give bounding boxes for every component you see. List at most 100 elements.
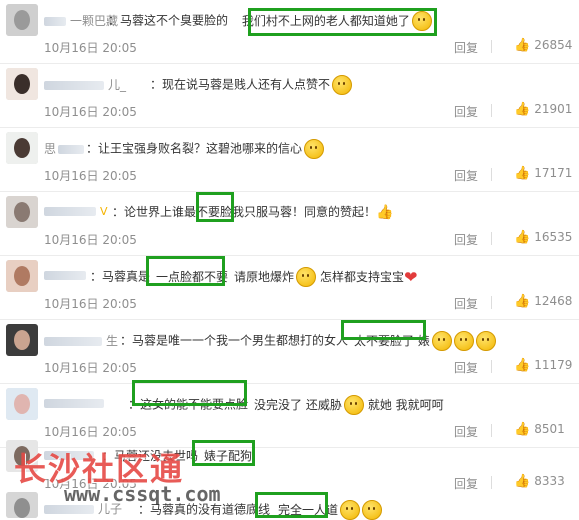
avatar[interactable] [6, 260, 38, 292]
comment-author[interactable] [44, 396, 108, 410]
thinking-emoji-icon [343, 395, 364, 415]
thumb-up-icon: 👍 [514, 294, 531, 309]
reply-button[interactable]: 回复 [454, 359, 478, 376]
comment-date: 10月16日 20:05 [44, 361, 137, 375]
thumbs-up-emoji-icon: 👍 [376, 204, 394, 221]
avatar[interactable] [6, 388, 38, 420]
like-count: 8501 [534, 422, 565, 436]
avatar[interactable] [6, 196, 38, 228]
reply-button[interactable]: 回复 [454, 167, 478, 184]
author-name[interactable]: 生 [106, 334, 118, 348]
comment-item: 一颗巴藏 ：马蓉这不个臭要脸的 我们村不上网的老人都知道她了 10月16日 20… [0, 0, 579, 64]
thumb-up-icon: 👍 [514, 230, 531, 245]
thumb-up-icon: 👍 [514, 422, 531, 437]
smile-emoji-icon [340, 500, 361, 520]
avatar[interactable] [6, 324, 38, 356]
thumb-up-icon: 👍 [514, 474, 531, 489]
like-button[interactable]: 👍 17171 [514, 166, 572, 181]
like-count: 26854 [534, 38, 573, 52]
comment-text-part: 就她 我就呵呵 [367, 397, 444, 412]
comment-author[interactable]: V [44, 204, 110, 218]
divider [491, 360, 492, 373]
avatar[interactable] [6, 492, 38, 518]
like-button[interactable]: 👍 8501 [514, 422, 565, 437]
laugh-emoji-icon [411, 11, 432, 31]
smile-emoji-icon [475, 331, 496, 351]
comment-date: 10月16日 20:05 [44, 297, 137, 311]
smile-emoji-icon [362, 500, 383, 520]
comment-text-highlight: 太不要脸了 婊 [354, 333, 430, 348]
comment-item: 思 ：让王宝强身败名裂？这碧池哪来的信心 10月16日 20:05 回复 👍 17… [0, 128, 579, 192]
comment-text: ：论世界上谁最不要脸我只服马蓉！同意的赞起！👍 [112, 203, 393, 221]
comment-author[interactable] [44, 268, 90, 282]
verified-badge-icon: V [100, 205, 108, 218]
comment-text-part: ：马蓉真是 [90, 269, 151, 284]
heart-icon: ❤ [404, 267, 418, 287]
author-name[interactable]: 思 [44, 142, 56, 156]
comment-date: 10月16日 20:05 [44, 105, 137, 119]
like-count: 16535 [534, 230, 573, 244]
smile-emoji-icon [304, 139, 325, 159]
comment-text: ：马蓉这不个臭要脸的 我们村不上网的老人都知道她了 [108, 11, 432, 31]
comment-item: ：马蓉真是 一点脸都不要 请原地爆炸 怎样都支持宝宝❤ 10月16日 20:05 回复… [0, 256, 579, 320]
comment-date: 10月16日 20:05 [44, 169, 137, 183]
divider [491, 168, 492, 181]
comment-text-part: ：马蓉是唯一一个我一个男生都想打的女人 [120, 333, 349, 348]
comment-text-part: ：让王宝强身败名裂？这碧池哪来的信心 [86, 141, 303, 156]
like-button[interactable]: 👍 26854 [514, 38, 572, 53]
comment-text-highlight: 这女的能不能要点脸 [140, 397, 249, 412]
divider [491, 104, 492, 117]
watermark-url: www.cssqt.com [64, 482, 221, 506]
like-count: 17171 [534, 166, 573, 180]
author-name[interactable]: 儿_ [108, 78, 126, 92]
comment-text-part: 怎样都支持宝宝 [320, 269, 405, 284]
comment-text: ：现在说马蓉是贱人还有人点赞不 [150, 75, 353, 95]
comment-text-highlight: 不要脸 [196, 205, 233, 219]
comment-text-part: ：论世界上谁最 [112, 205, 197, 219]
comment-text: ：马蓉是唯一一个我一个男生都想打的女人 太不要脸了 婊 [120, 331, 496, 351]
comment-text-part: ：现在说马蓉是贱人还有人点赞不 [150, 77, 331, 92]
comment-author[interactable]: 生 [44, 332, 118, 349]
reply-button[interactable]: 回复 [454, 295, 478, 312]
like-count: 11179 [534, 358, 573, 372]
divider [491, 40, 492, 53]
smile-emoji-icon [296, 267, 317, 287]
comment-date: 10月16日 20:05 [44, 41, 137, 55]
comment-author[interactable]: 儿_ [44, 76, 126, 93]
like-count: 21901 [534, 102, 573, 116]
thumb-up-icon: 👍 [514, 38, 531, 53]
comment-text-part: ：马蓉这不个臭要脸的 [108, 13, 229, 28]
comment-text-highlight: 完全一人道 [278, 502, 339, 517]
avatar[interactable] [6, 68, 38, 100]
like-count: 8333 [534, 474, 565, 488]
smile-emoji-icon [453, 331, 474, 351]
comment-item: 生 ：马蓉是唯一一个我一个男生都想打的女人 太不要脸了 婊 10月16日 20:0… [0, 320, 579, 384]
comment-text: ：让王宝强身败名裂？这碧池哪来的信心 [86, 139, 325, 159]
like-button[interactable]: 👍 8333 [514, 474, 565, 489]
reply-button[interactable]: 回复 [454, 231, 478, 248]
comment-text: ：马蓉真是 一点脸都不要 请原地爆炸 怎样都支持宝宝❤ [90, 267, 417, 287]
like-button[interactable]: 👍 11179 [514, 358, 572, 373]
comment-text-part: ： [128, 397, 141, 412]
divider [491, 296, 492, 309]
divider [491, 232, 492, 245]
like-button[interactable]: 👍 16535 [514, 230, 572, 245]
comment-text-highlight: 婊子配狗 [204, 449, 253, 463]
comment-author[interactable]: 思 [44, 140, 88, 157]
comment-author[interactable]: 一颗巴藏 [44, 12, 118, 29]
thumb-up-icon: 👍 [514, 358, 531, 373]
comment-text-highlight: 一点脸都不要 [156, 269, 229, 284]
thumb-up-icon: 👍 [514, 166, 531, 181]
reply-button[interactable]: 回复 [454, 39, 478, 56]
comment-text-part: 请原地爆炸 [234, 269, 295, 284]
like-button[interactable]: 👍 12468 [514, 294, 572, 309]
avatar[interactable] [6, 132, 38, 164]
avatar[interactable] [6, 4, 38, 36]
like-button[interactable]: 👍 21901 [514, 102, 572, 117]
comment-text-highlight: 我们村不上网的老人都知道她了 [241, 13, 410, 28]
reply-button[interactable]: 回复 [454, 103, 478, 120]
comment-item: V ：论世界上谁最不要脸我只服马蓉！同意的赞起！👍 10月16日 20:05 回… [0, 192, 579, 256]
comment-list: 一颗巴藏 ：马蓉这不个臭要脸的 我们村不上网的老人都知道她了 10月16日 20… [0, 0, 579, 520]
comment-text: ：这女的能不能要点脸 没完没了 还威胁 就她 我就呵呵 [128, 395, 444, 415]
like-count: 12468 [534, 294, 573, 308]
